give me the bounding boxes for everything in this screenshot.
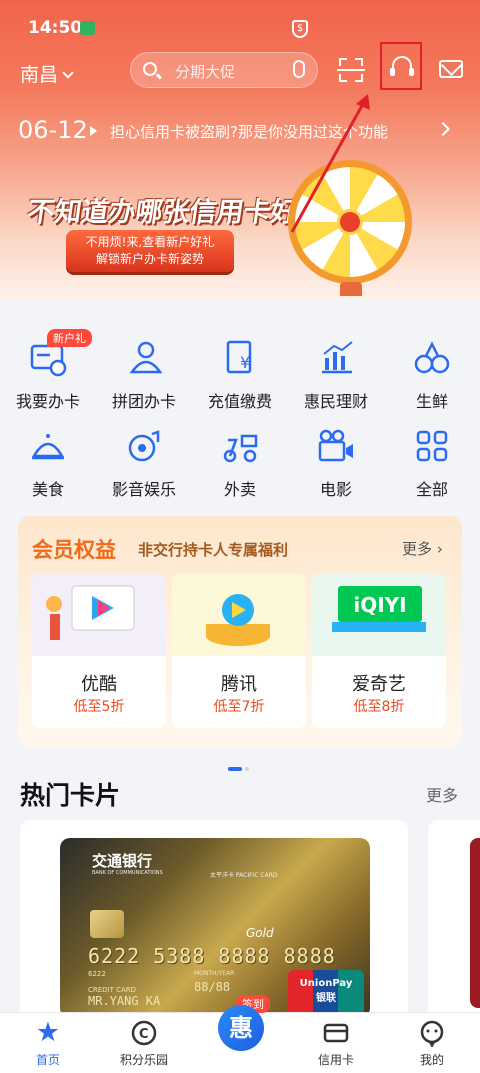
- grid-item-label: 影音娱乐: [111, 480, 176, 499]
- grid-item-group-apply[interactable]: 拼团办卡: [96, 338, 192, 418]
- chip-icon: [90, 910, 124, 938]
- svg-text:C: C: [139, 1027, 149, 1042]
- youku-image: [32, 574, 166, 656]
- carousel-indicator: [228, 756, 249, 775]
- tab-label: 积分乐园: [119, 1053, 168, 1067]
- hot-cards-title: 热门卡片: [20, 781, 121, 810]
- grid-item-label: 全部: [415, 480, 448, 499]
- food-cloche-icon: [28, 426, 68, 466]
- media-icon: [124, 426, 164, 466]
- grid-item-payment[interactable]: ¥ 充值缴费: [192, 338, 288, 418]
- tencent-video-image: [172, 574, 306, 656]
- card-prefix: 6222: [88, 970, 106, 978]
- grid-item-apply-card[interactable]: 我要办卡: [0, 338, 96, 418]
- tab-label: 信用卡: [317, 1053, 354, 1067]
- grid-item-label: 惠民理财: [303, 392, 368, 411]
- fresh-produce-icon: [412, 338, 452, 378]
- credit-card-image: 交通银行 BANK OF COMMUNICATIONS 太平洋卡 PACIFIC…: [60, 838, 370, 1018]
- member-benefits-section: 会员权益 非交行持卡人专属福利 更多 › 优酷 低至5折 腾讯 低至7折 iQI…: [18, 516, 462, 748]
- grid-item-all[interactable]: 全部: [384, 426, 480, 506]
- benefit-name: 优酷: [81, 674, 117, 695]
- bank-name-en: BANK OF COMMUNICATIONS: [92, 870, 163, 876]
- benefit-card-tencent[interactable]: 腾讯 低至7折: [172, 574, 306, 728]
- grid-item-label: 充值缴费: [207, 392, 272, 411]
- hot-card-item-next[interactable]: [428, 820, 480, 1020]
- card-holder: MR.YANG KA: [88, 994, 161, 1008]
- delivery-scooter-icon: [220, 426, 260, 466]
- hot-card-item[interactable]: 交通银行 BANK OF COMMUNICATIONS 太平洋卡 PACIFIC…: [20, 820, 408, 1020]
- benefit-name: 腾讯: [221, 674, 257, 695]
- feature-grid: 我要办卡 新户礼 拼团办卡 ¥ 充值缴费 惠民理财 生鲜 美食 影音娱乐 外卖 …: [0, 300, 480, 500]
- svg-text:¥: ¥: [240, 353, 250, 372]
- grid-item-label: 拼团办卡: [111, 392, 176, 411]
- benefit-discount: 低至8折: [353, 699, 405, 715]
- member-title: 会员权益: [32, 538, 116, 562]
- tab-mine[interactable]: 我的: [384, 1019, 480, 1068]
- benefit-card-youku[interactable]: 优酷 低至5折: [32, 574, 166, 728]
- credit-card-icon: [322, 1019, 350, 1047]
- grid-all-icon: [412, 426, 452, 466]
- sign-in-button[interactable]: 惠: [218, 1005, 264, 1051]
- iqiyi-image: iQIYI: [312, 574, 446, 656]
- grid-item-finance[interactable]: 惠民理财: [288, 338, 384, 418]
- tab-credit-card[interactable]: 信用卡: [288, 1019, 384, 1068]
- tab-label: 我的: [419, 1053, 444, 1067]
- benefit-name: 爱奇艺: [352, 674, 406, 695]
- member-more-link[interactable]: 更多 ›: [402, 538, 443, 559]
- annotation-arrow: [290, 94, 370, 233]
- hot-cards-more-link[interactable]: 更多: [426, 782, 458, 806]
- grid-item-label: 我要办卡: [15, 392, 80, 411]
- benefit-card-iqiyi[interactable]: iQIYI 爱奇艺 低至8折: [312, 574, 446, 728]
- grid-item-movie[interactable]: 电影: [288, 426, 384, 506]
- benefit-discount: 低至5折: [73, 699, 125, 715]
- new-user-badge: 新户礼: [47, 329, 92, 347]
- expiry-label: MONTH/YEAR: [194, 970, 235, 977]
- grid-item-delivery[interactable]: 外卖: [192, 426, 288, 506]
- points-icon: C: [130, 1019, 158, 1047]
- unionpay-logo: UnionPay 银联: [288, 970, 364, 1016]
- grid-item-label: 外卖: [223, 480, 256, 499]
- tab-points-park[interactable]: C 积分乐园: [96, 1019, 192, 1068]
- finance-chart-icon: [316, 338, 356, 378]
- star-home-icon: ★: [35, 1017, 61, 1048]
- bank-name: 交通银行: [92, 852, 153, 870]
- grid-item-media[interactable]: 影音娱乐: [96, 426, 192, 506]
- profile-icon: [418, 1019, 446, 1049]
- card-tier: Gold: [246, 926, 274, 940]
- grid-item-label: 美食: [31, 480, 64, 499]
- bottom-tab-bar: ★ 首页 C 积分乐园 签到 惠 信用卡 我的: [0, 995, 480, 1073]
- card-series: 太平洋卡 PACIFIC CARD: [210, 872, 278, 879]
- movie-camera-icon: [316, 426, 356, 466]
- expiry-date: 88/88: [194, 980, 231, 994]
- grid-item-label: 生鲜: [415, 392, 448, 411]
- card-number: 6222 5388 8888 8888: [88, 944, 336, 968]
- member-subtitle: 非交行持卡人专属福利: [138, 541, 289, 559]
- tab-home[interactable]: ★ 首页: [0, 1019, 96, 1068]
- grid-item-fresh[interactable]: 生鲜: [384, 338, 480, 418]
- benefit-discount: 低至7折: [213, 699, 265, 715]
- grid-item-food[interactable]: 美食: [0, 426, 96, 506]
- group-apply-icon: [124, 338, 164, 378]
- iqiyi-logo: iQIYI: [353, 593, 406, 617]
- grid-item-label: 电影: [319, 480, 352, 499]
- credit-card-label: CREDIT CARD: [88, 986, 137, 994]
- payment-icon: ¥: [220, 338, 260, 378]
- tab-label: 首页: [35, 1053, 60, 1067]
